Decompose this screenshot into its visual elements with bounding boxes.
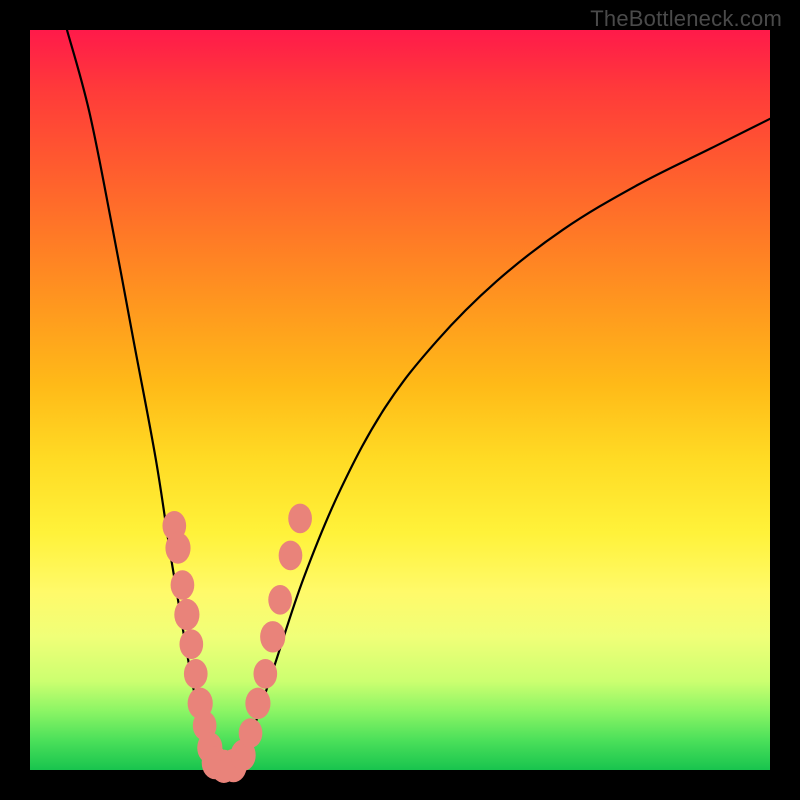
data-marker [184, 659, 208, 689]
data-marker [279, 541, 303, 571]
data-marker [179, 629, 203, 659]
data-marker [165, 532, 190, 563]
data-marker [288, 504, 312, 534]
data-marker [268, 585, 292, 615]
source-attribution: TheBottleneck.com [590, 6, 782, 32]
chart-svg [30, 30, 770, 770]
curve-left [67, 30, 215, 770]
chart-frame: TheBottleneck.com [0, 0, 800, 800]
data-marker [253, 659, 277, 689]
data-marker [245, 688, 270, 719]
data-marker [239, 718, 263, 748]
curve-right [237, 119, 770, 770]
data-marker [171, 570, 195, 600]
data-marker [260, 621, 285, 652]
markers-group [162, 504, 311, 783]
data-marker [174, 599, 199, 630]
plot-area [30, 30, 770, 770]
